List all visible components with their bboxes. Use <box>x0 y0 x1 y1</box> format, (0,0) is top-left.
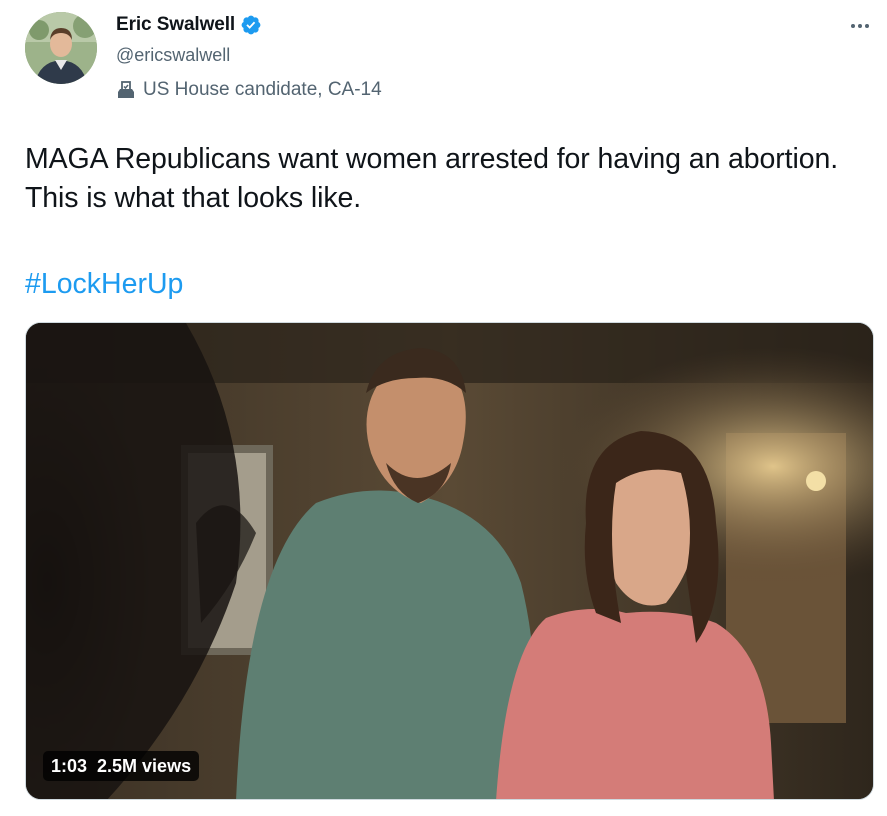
more-dot-icon <box>851 24 855 28</box>
video-stats-badge: 1:03 2.5M views <box>43 751 200 781</box>
author-display-name[interactable]: Eric Swalwell <box>116 14 235 36</box>
author-name-row: Eric Swalwell <box>116 14 262 36</box>
verified-badge-icon <box>240 14 262 36</box>
video-duration: 1:03 <box>51 755 88 776</box>
avatar-photo-icon <box>25 12 97 84</box>
hashtag-link[interactable]: #LockHerUp <box>25 265 183 304</box>
ballot-box-icon <box>116 80 136 100</box>
tweet-text: MAGA Republicans want women arrested for… <box>25 143 839 214</box>
author-label-text: US House candidate, CA-14 <box>143 79 382 100</box>
tweet: Eric Swalwell @ericswalwell US House can… <box>0 0 887 816</box>
more-dot-icon <box>865 24 869 28</box>
video-frame <box>26 323 873 799</box>
video-views: 2.5M views <box>97 755 192 776</box>
more-dot-icon <box>858 24 862 28</box>
more-options-button[interactable] <box>845 14 875 38</box>
author-label: US House candidate, CA-14 <box>116 79 382 101</box>
video-player[interactable]: 1:03 2.5M views <box>25 322 874 800</box>
author-handle[interactable]: @ericswalwell <box>116 45 230 66</box>
avatar[interactable] <box>25 12 97 84</box>
